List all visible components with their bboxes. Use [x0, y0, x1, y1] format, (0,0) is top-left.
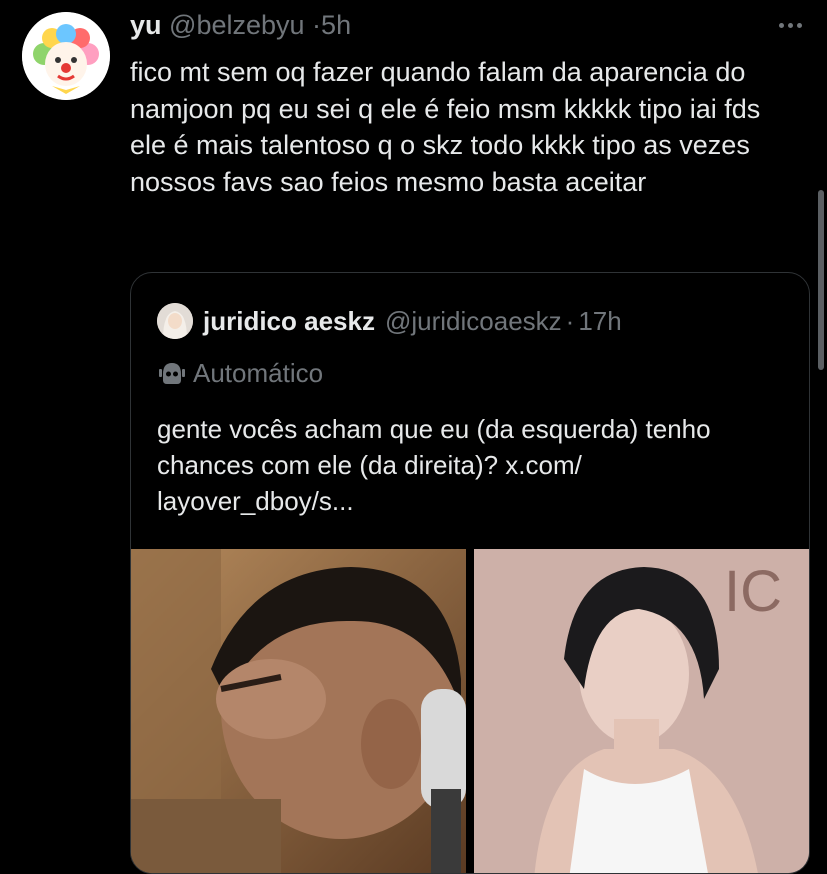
photo-man-tank-top: IC — [474, 549, 809, 873]
quoted-tweet-time[interactable]: 17h — [578, 306, 621, 337]
more-horizontal-icon — [778, 22, 784, 28]
media-photo-right[interactable]: IC — [474, 549, 809, 873]
automated-account-label: Automático — [157, 355, 323, 391]
person-avatar-icon — [157, 303, 193, 339]
more-dot — [787, 22, 793, 28]
author-handle[interactable]: @belzebyu — [169, 10, 305, 40]
tweet-text: fico mt sem oq fazer quando falam da apa… — [130, 57, 761, 197]
quoted-tweet-card[interactable]: juridico aeskz @juridicoaeskz · 17h Auto… — [130, 272, 810, 874]
quoted-tweet-header: juridico aeskz @juridicoaeskz · 17h — [157, 301, 622, 341]
more-options-button[interactable] — [770, 10, 810, 40]
quoted-author-name[interactable]: juridico aeskz — [203, 306, 375, 337]
automated-text: Automático — [193, 357, 324, 388]
logo-mark: IC — [724, 559, 782, 624]
quoted-media-grid[interactable]: IC — [131, 549, 809, 873]
media-photo-left[interactable] — [131, 549, 466, 873]
quoted-separator: · — [565, 305, 575, 336]
quoted-author-handle[interactable]: @juridicoaeskz — [385, 306, 562, 337]
quoted-tweet-text: gente vocês acham que eu (da esquerda) t… — [157, 414, 711, 516]
more-dot — [796, 22, 802, 28]
photo-man-short-hair — [131, 549, 466, 873]
quoted-author-avatar[interactable] — [157, 303, 193, 339]
author-name[interactable]: yu — [130, 10, 162, 40]
scrollbar[interactable] — [818, 190, 824, 370]
robot-icon — [159, 363, 185, 384]
tweet-time[interactable]: 5h — [321, 10, 351, 40]
author-avatar[interactable] — [22, 12, 110, 100]
header-separator: · — [312, 10, 322, 40]
clown-avatar-icon — [22, 12, 110, 100]
tweet-header: yu @belzebyu ·5h — [130, 8, 351, 42]
